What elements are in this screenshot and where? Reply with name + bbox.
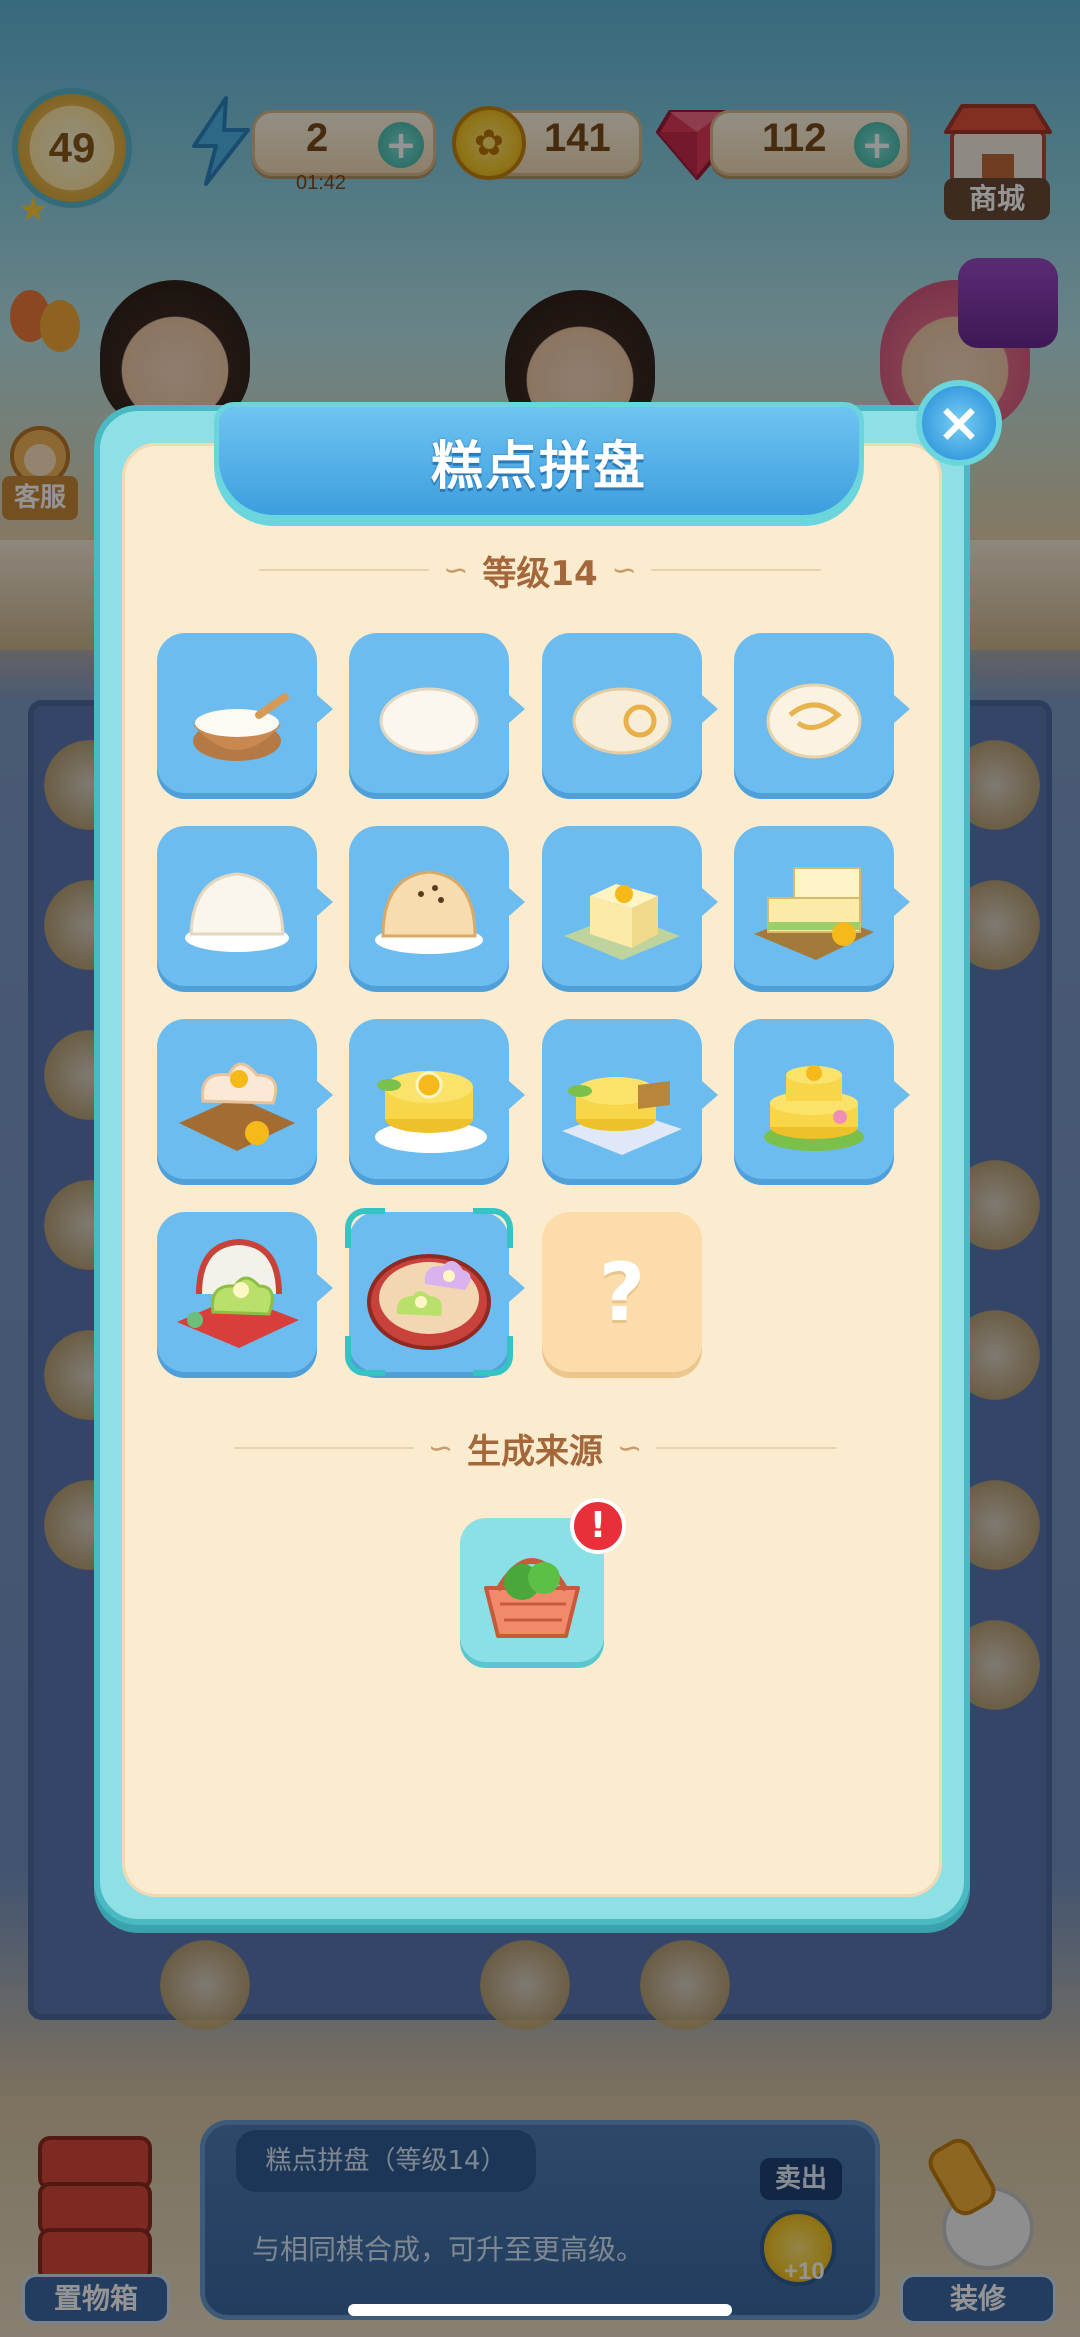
two-tier-orange-cake-icon: [764, 1065, 864, 1151]
chain-item-2[interactable]: [349, 633, 525, 793]
alert-mark: !: [589, 1505, 607, 1546]
dough-bun-icon: [379, 687, 479, 755]
chain-arrow: [317, 888, 333, 916]
chain-item-6[interactable]: [349, 826, 525, 986]
chain-item-5[interactable]: [157, 826, 333, 986]
chain-arrow: [702, 888, 718, 916]
home-indicator[interactable]: [348, 2304, 732, 2316]
chain-arrow: [509, 1274, 525, 1302]
divider: [656, 1447, 837, 1449]
swirl-roll-icon: [572, 687, 672, 755]
source-header: ∽ 生成来源 ∽: [170, 1426, 900, 1472]
sesame-pastry-icon: [375, 870, 483, 954]
chain-arrow: [894, 695, 910, 723]
dialog-title-banner: 糕点拼盘: [214, 402, 864, 520]
chain-item-7[interactable]: [542, 826, 718, 986]
steamed-bun-icon: [185, 872, 289, 952]
close-icon: ×: [936, 391, 982, 454]
chain-arrow: [894, 1081, 910, 1109]
orange-slice-cake-icon: [375, 1071, 487, 1153]
flour-bowl-icon: [193, 693, 289, 761]
chain-arrow: [317, 1081, 333, 1109]
flower-tofu-cake-icon: [564, 884, 680, 960]
chain-item-13[interactable]: [157, 1212, 333, 1372]
divider: [650, 569, 821, 571]
selection-corner: [345, 1208, 385, 1248]
chain-item-11[interactable]: [542, 1019, 718, 1179]
green-flower-jelly-platter-icon: [177, 1238, 299, 1348]
chain-item-15-locked[interactable]: ?: [542, 1212, 702, 1372]
chain-item-3[interactable]: [542, 633, 718, 793]
flower-shaped-cake-icon: [179, 1062, 295, 1151]
swirl-ornament-icon: ∽: [443, 552, 469, 588]
chain-item-9[interactable]: [157, 1019, 333, 1179]
chain-item-12[interactable]: [734, 1019, 910, 1179]
dialog-title: 糕点拼盘: [430, 436, 647, 497]
swirl-ornament-icon: ∽: [611, 552, 637, 588]
chain-arrow: [702, 1081, 718, 1109]
selection-corner: [473, 1336, 513, 1376]
chain-arrow: [509, 888, 525, 916]
divider: [233, 1447, 414, 1449]
swirl-bun-icon: [766, 683, 862, 759]
chain-item-4[interactable]: [734, 633, 910, 793]
chain-item-10[interactable]: [349, 1019, 525, 1179]
swirl-ornament-icon: ∽: [617, 1430, 643, 1466]
divider: [259, 569, 430, 571]
selection-corner: [473, 1208, 513, 1248]
chain-arrow: [317, 1274, 333, 1302]
question-mark-icon: ?: [598, 1245, 646, 1339]
chain-arrow: [702, 695, 718, 723]
source-label: 生成来源: [467, 1431, 603, 1472]
level-label: 等级14: [482, 553, 598, 594]
chain-arrow: [317, 695, 333, 723]
sliced-orange-cake-icon: [562, 1077, 682, 1155]
selection-corner: [345, 1336, 385, 1376]
chain-arrow: [509, 695, 525, 723]
chain-arrow: [509, 1081, 525, 1109]
alert-badge-icon: !: [570, 1498, 626, 1554]
close-button[interactable]: ×: [916, 380, 1002, 466]
chain-item-14-current[interactable]: [345, 1208, 525, 1376]
layered-flower-cake-icon: [754, 867, 874, 960]
level-header: ∽ 等级14 ∽: [190, 548, 890, 594]
vegetable-basket-icon: [484, 1558, 580, 1638]
chain-item-8[interactable]: [734, 826, 910, 986]
chain-arrow: [894, 888, 910, 916]
chain-item-1[interactable]: [157, 633, 333, 793]
swirl-ornament-icon: ∽: [427, 1430, 453, 1466]
